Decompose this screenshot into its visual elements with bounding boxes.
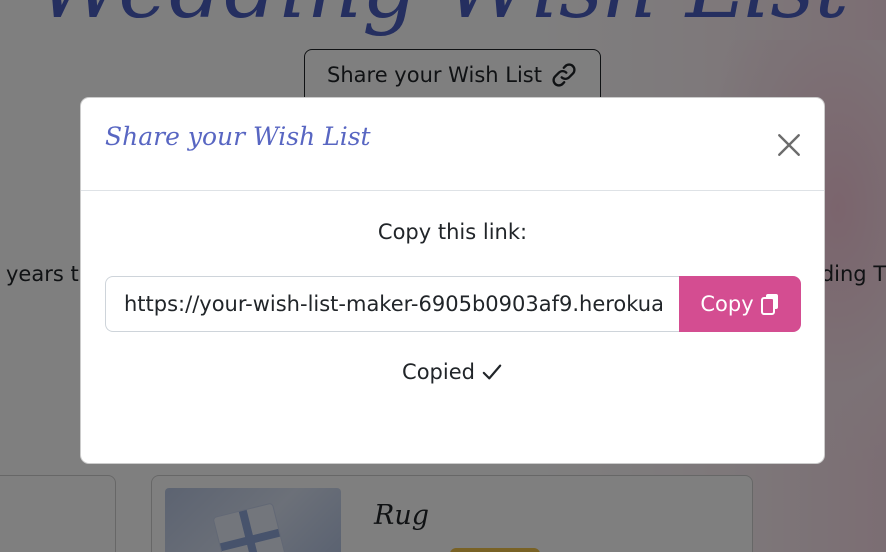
status-text: Copied — [402, 360, 475, 384]
share-modal: Share your Wish List Copy this link: Cop… — [80, 97, 825, 464]
checkmark-icon — [482, 364, 502, 380]
copy-button-label: Copy — [700, 292, 754, 316]
close-icon — [778, 134, 800, 156]
copy-button[interactable]: Copy — [679, 276, 801, 332]
clipboard-icon — [760, 294, 778, 315]
modal-header: Share your Wish List — [81, 98, 824, 191]
close-button[interactable] — [773, 129, 805, 161]
modal-title: Share your Wish List — [105, 122, 371, 151]
share-link-input[interactable] — [105, 276, 680, 332]
copy-prompt: Copy this link: — [377, 220, 528, 244]
copied-status: Copied — [81, 360, 824, 384]
